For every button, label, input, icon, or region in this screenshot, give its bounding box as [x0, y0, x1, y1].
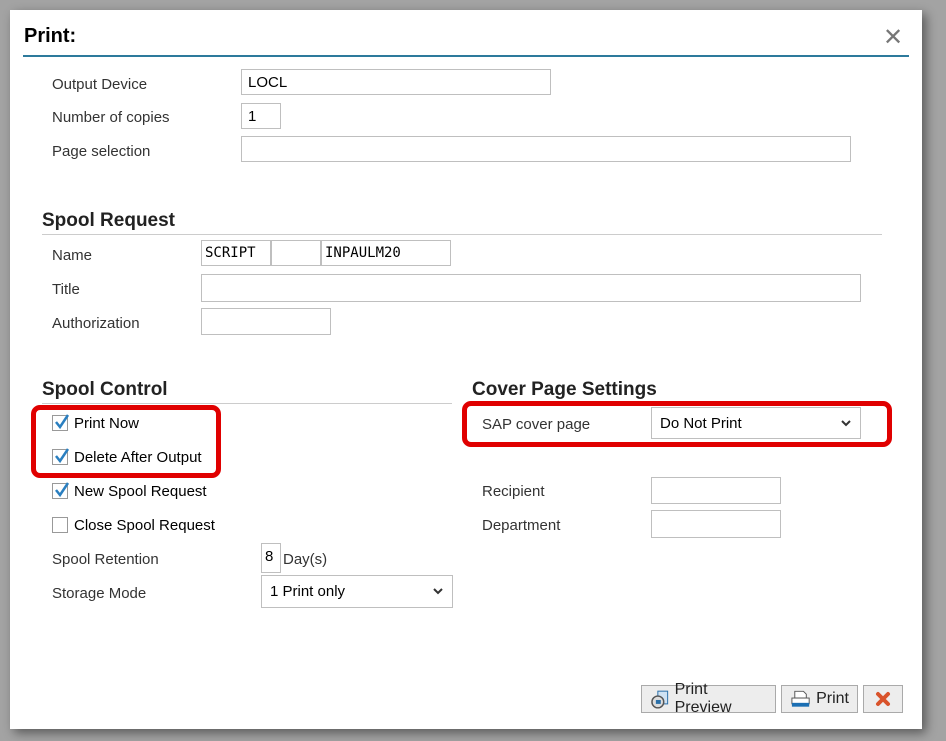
department-input[interactable]	[651, 510, 781, 538]
print-button[interactable]: Print	[781, 685, 858, 713]
highlight-box	[31, 405, 221, 478]
retention-unit: Day(s)	[283, 551, 328, 568]
output-device-input[interactable]: LOCL	[241, 69, 551, 95]
print-preview-label: Print Preview	[674, 681, 732, 716]
spool-request-heading: Spool Request	[42, 210, 176, 231]
close-spool-request-checkbox[interactable]	[52, 517, 68, 533]
page-selection-label: Page selection	[52, 143, 151, 160]
title-label: Title	[52, 281, 80, 298]
authorization-label: Authorization	[52, 315, 140, 332]
chevron-down-icon	[433, 588, 443, 595]
spool-retention-input[interactable]: 8	[261, 543, 281, 573]
print-label: Print	[816, 690, 849, 707]
new-spool-request-checkbox[interactable]	[52, 482, 70, 499]
highlight-box	[462, 401, 892, 447]
copies-input[interactable]: 1	[241, 103, 281, 129]
cancel-button[interactable]	[863, 685, 903, 713]
cover-page-heading: Cover Page Settings	[472, 379, 657, 400]
name-part3-input[interactable]: INPAULM20	[321, 240, 451, 266]
authorization-input[interactable]	[201, 308, 331, 335]
new-spool-request-label: New Spool Request	[74, 483, 207, 500]
storage-mode-select[interactable]: 1 Print only	[261, 575, 453, 608]
cancel-icon	[876, 692, 890, 706]
print-preview-button[interactable]: Print Preview	[641, 681, 776, 716]
storage-mode-label: Storage Mode	[52, 585, 147, 602]
title-input[interactable]	[201, 274, 861, 302]
title-divider	[23, 55, 909, 57]
close-icon[interactable]: ✕	[883, 23, 903, 52]
dialog-title: Print:	[24, 25, 77, 47]
name-part2-input[interactable]	[271, 240, 321, 266]
print-preview-icon	[651, 690, 669, 709]
spool-retention-label: Spool Retention	[52, 551, 159, 568]
recipient-input[interactable]	[651, 477, 781, 504]
printer-icon	[791, 690, 810, 707]
copies-label: Number of copies	[52, 109, 170, 126]
close-spool-request-label: Close Spool Request	[74, 517, 215, 534]
name-part1-input[interactable]: SCRIPT	[201, 240, 271, 266]
spool-control-heading: Spool Control	[42, 379, 168, 400]
department-label: Department	[482, 517, 561, 534]
storage-mode-value: 1 Print only	[270, 583, 346, 600]
recipient-label: Recipient	[482, 483, 545, 500]
divider	[42, 403, 452, 404]
page-selection-input[interactable]	[241, 136, 851, 162]
print-dialog: Print: ✕ Output Device LOCL Number of co…	[10, 10, 922, 729]
divider	[42, 234, 882, 235]
output-device-label: Output Device	[52, 76, 148, 93]
name-label: Name	[52, 247, 93, 264]
